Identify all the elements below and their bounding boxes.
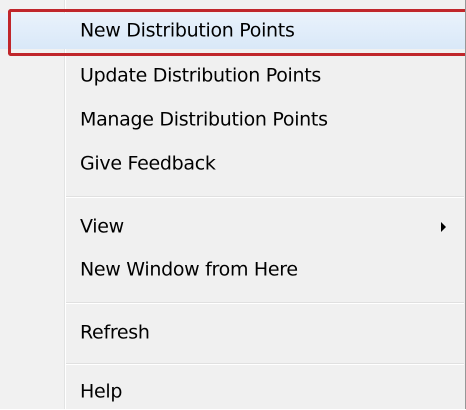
menu-separator — [66, 196, 464, 198]
menu-item-label: Help — [80, 380, 123, 403]
menu-item-label: Give Feedback — [80, 152, 216, 175]
menu-item-view[interactable]: View — [0, 209, 466, 245]
menu-item-give-feedback[interactable]: Give Feedback — [0, 146, 466, 182]
menu-item-label: New Distribution Points — [80, 19, 295, 42]
submenu-arrow-icon — [441, 222, 446, 232]
menu-item-label: Manage Distribution Points — [80, 108, 328, 131]
menu-item-update-distribution-points[interactable]: Update Distribution Points — [0, 58, 466, 94]
menu-item-refresh[interactable]: Refresh — [0, 315, 466, 351]
menu-item-manage-distribution-points[interactable]: Manage Distribution Points — [0, 102, 466, 138]
context-menu: New Distribution Points Update Distribut… — [0, 0, 466, 409]
menu-item-help[interactable]: Help — [0, 374, 466, 410]
menu-item-label: Update Distribution Points — [80, 64, 322, 87]
menu-item-label: View — [80, 215, 124, 238]
menu-separator — [66, 302, 464, 304]
menu-item-label: Refresh — [80, 321, 150, 344]
menu-item-label: New Window from Here — [80, 258, 298, 281]
menu-item-new-distribution-points[interactable]: New Distribution Points — [0, 13, 466, 49]
menu-separator — [66, 363, 464, 365]
menu-item-new-window-from-here[interactable]: New Window from Here — [0, 252, 466, 288]
